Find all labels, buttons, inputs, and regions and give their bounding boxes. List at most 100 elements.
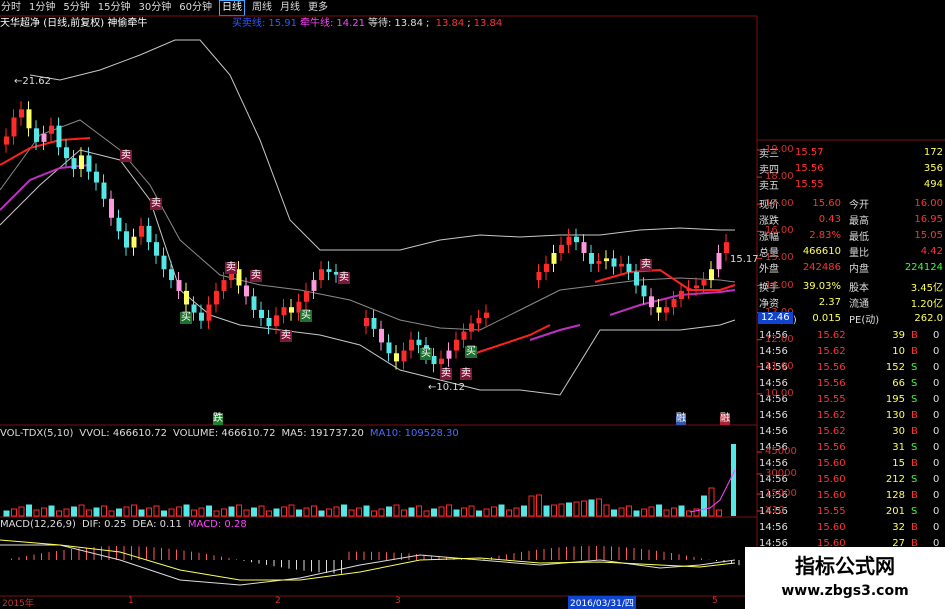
volume-bar [671,507,677,517]
volume-bar [528,495,535,517]
volume-bar [63,508,70,517]
candle [116,209,122,240]
volume-bar [228,506,235,517]
volume-bar [26,504,32,517]
candle [79,147,84,178]
candle [619,255,624,275]
volume-bar [701,495,707,517]
volume-bar [408,507,415,517]
tick-count: 0 [933,378,940,389]
stat-value: 16.00 [914,197,943,209]
candle [266,309,272,335]
volume-header-item: MA10: 109528.30 [369,428,459,439]
event-mark: 融 [676,413,686,425]
signal-label: 卖 [338,272,350,284]
candle [371,309,377,337]
volume-bar [341,504,347,517]
volume-bar [626,505,632,517]
signal-label: 卖 [460,368,472,380]
tick-volume: 32 [892,522,905,533]
stat-value: 262.0 [914,312,943,324]
volume-bar [333,506,340,517]
stat-label: 今开 [849,199,869,211]
price-axis-label: 11.00 [765,360,794,372]
candle [454,331,459,359]
signal-label: 卖 [640,259,652,271]
macd-dea [0,539,736,581]
candle [64,139,69,167]
candle [574,228,579,251]
volume-axis-label: 15000 [765,488,797,499]
candle [626,255,632,281]
tick-time: 14:56 [759,410,788,421]
tick-row: 14:56 15.55 201 S 0 [757,504,943,520]
volume-bar [191,509,197,517]
volume-bar [311,505,317,517]
volume-bar [558,503,565,517]
volume-bar [251,507,257,517]
candle [469,315,474,340]
tick-row: 14:56 15.60 32 B 0 [757,520,943,536]
candle [109,190,114,226]
volume-header-item: MA5: 191737.20 [281,428,364,439]
volume-bar [468,505,475,517]
tick-price: 15.60 [817,490,846,501]
stat-label: 股本 [849,282,869,294]
tick-count: 0 [933,442,940,453]
volume-bar [116,508,122,517]
macd-header-item: MACD(12,26,9) [0,519,76,530]
candle [724,234,729,262]
signal-label: 买 [465,346,477,358]
volume-bar [521,505,527,517]
tick-price: 15.62 [817,410,846,421]
volume-bar [678,505,685,517]
volume-bar [213,510,220,517]
volume-bar [48,505,55,517]
volume-bar [18,506,25,517]
volume-bar [221,508,227,517]
volume-bar [258,505,265,517]
volume-bar [416,505,422,517]
volume-header-item: VVOL: 466610.72 [79,428,167,439]
tick-price: 15.56 [817,362,846,373]
candle [94,163,99,191]
signal-label: 买 [420,348,432,360]
volume-bar [33,509,40,517]
volume-bar [11,508,17,517]
tick-time: 14:56 [759,426,788,437]
stat-value: 2.83% [809,229,841,241]
candle [206,296,212,329]
tick-price: 15.56 [817,378,846,389]
volume-bar [423,510,430,517]
volume-bar [401,509,407,517]
candle [536,263,542,289]
tick-price: 15.62 [817,346,846,357]
volume-bar [588,499,595,517]
ask-volume: 494 [923,178,943,190]
candle [281,299,287,324]
candle [664,299,669,321]
stat-value: 242486 [802,261,841,273]
volume-bar [183,504,190,517]
volume-bar [243,509,250,517]
volume-bar [603,504,610,517]
volume-bar [168,508,175,517]
tick-count: 0 [933,426,940,437]
ask-volume: 172 [923,146,943,158]
volume-bar [641,508,647,517]
candle [484,304,489,327]
candle [319,261,324,289]
candle [611,250,617,275]
candle [596,252,602,272]
event-mark: 融 [720,413,730,425]
signal-label: 卖 [250,270,262,282]
signal-label: 买 [180,312,192,324]
tick-price: 15.55 [817,394,846,405]
volume-bar [648,506,655,517]
watermark: 指标公式网 www.zbgs3.com [745,547,945,609]
ma-magenta-2 [529,324,581,341]
boll-upper [29,39,735,251]
tick-price: 15.60 [817,458,846,469]
tick-side: B [911,522,918,533]
candle [101,174,107,207]
